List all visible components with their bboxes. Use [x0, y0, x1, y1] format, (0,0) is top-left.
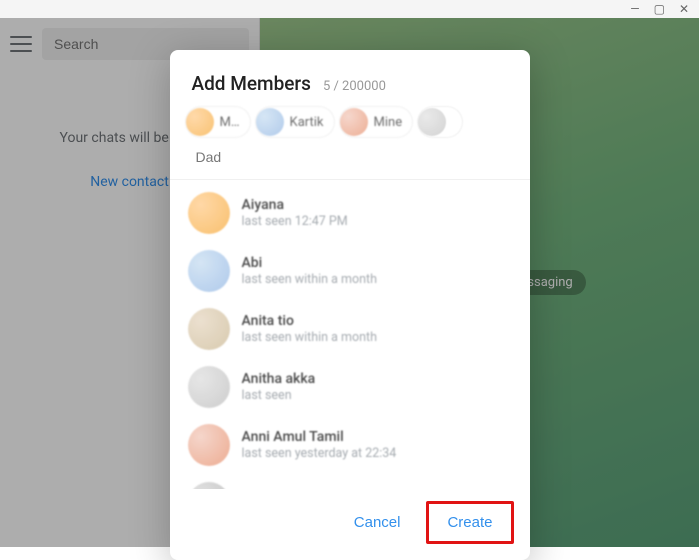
- avatar-icon: [418, 108, 446, 136]
- add-members-modal: Add Members 5 / 200000 M… Kartik Mine: [170, 50, 530, 560]
- window-minimize-button[interactable]: —: [630, 2, 639, 16]
- window-titlebar: — ▢ ✕: [0, 0, 699, 18]
- contact-status: last seen: [242, 388, 316, 403]
- chip-label: Mine: [374, 115, 403, 130]
- avatar-icon: [188, 250, 230, 292]
- modal-title: Add Members: [192, 72, 311, 95]
- avatar-icon: [256, 108, 284, 136]
- member-chip[interactable]: [418, 107, 462, 137]
- contact-row[interactable]: Annie: [170, 474, 530, 489]
- avatar-icon: [188, 308, 230, 350]
- contact-row[interactable]: Anni Amul Tamil last seen yesterday at 2…: [170, 416, 530, 474]
- member-chip[interactable]: Mine: [340, 107, 413, 137]
- selected-chips-area[interactable]: M… Kartik Mine: [170, 103, 530, 180]
- create-button[interactable]: Create: [431, 506, 508, 539]
- window-close-button[interactable]: ✕: [679, 2, 689, 16]
- member-chip[interactable]: Kartik: [256, 107, 334, 137]
- avatar-icon: [188, 366, 230, 408]
- contact-status: last seen within a month: [242, 330, 378, 345]
- contact-row[interactable]: Anita tio last seen within a month: [170, 300, 530, 358]
- avatar-icon: [188, 192, 230, 234]
- contact-row[interactable]: Abi last seen within a month: [170, 242, 530, 300]
- contact-name: Abi: [242, 255, 378, 271]
- contact-status: last seen 12:47 PM: [242, 214, 348, 229]
- avatar-icon: [340, 108, 368, 136]
- member-count: 5 / 200000: [323, 79, 386, 94]
- contact-status: last seen yesterday at 22:34: [242, 446, 397, 461]
- contact-name: Anni Amul Tamil: [242, 429, 397, 445]
- member-search-input[interactable]: [186, 143, 381, 171]
- member-chip[interactable]: M…: [186, 107, 250, 137]
- window-maximize-button[interactable]: ▢: [654, 2, 665, 16]
- chip-label: M…: [220, 115, 240, 130]
- contact-name: Anita tio: [242, 313, 378, 329]
- avatar-icon: [186, 108, 214, 136]
- contact-name: Aiyana: [242, 197, 348, 213]
- cancel-button[interactable]: Cancel: [338, 501, 417, 544]
- contact-row[interactable]: Anitha akka last seen: [170, 358, 530, 416]
- chip-label: Kartik: [290, 115, 324, 130]
- highlight-annotation: Create: [426, 501, 513, 544]
- contact-name: Anitha akka: [242, 371, 316, 387]
- avatar-icon: [188, 424, 230, 466]
- contact-row[interactable]: Aiyana last seen 12:47 PM: [170, 184, 530, 242]
- avatar-icon: [188, 482, 230, 489]
- contact-status: last seen within a month: [242, 272, 378, 287]
- contacts-list[interactable]: Aiyana last seen 12:47 PM Abi last seen …: [170, 180, 530, 489]
